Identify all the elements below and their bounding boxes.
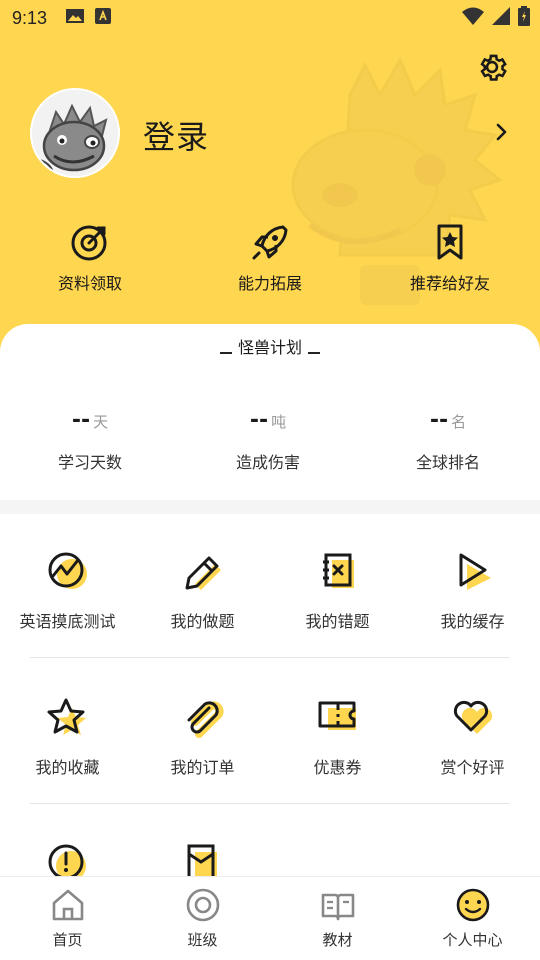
stat-value: -- [71,408,91,433]
tab-label: 班级 [187,931,218,949]
login-link[interactable]: 登录 [143,112,209,158]
book-icon [321,893,354,921]
paperclip-icon [187,701,224,738]
pencil-icon [185,556,221,590]
divider [30,657,510,658]
avatar[interactable] [30,88,120,178]
status-time: 9:13 [12,7,48,28]
signal-icon [492,7,510,30]
stat-name: 造成伤害 [235,453,300,472]
menu-label: 赏个好评 [440,758,505,777]
quick-action-recommend[interactable]: 推荐给好友 [390,222,510,294]
quick-action-label: 能力拓展 [237,274,302,293]
stat-name: 学习天数 [57,453,122,472]
menu-my-favorites[interactable]: 我的收藏 [0,696,135,778]
menu-feedback[interactable] [0,842,135,876]
quick-action-label: 推荐给好友 [409,274,490,293]
wifi-icon [462,7,484,30]
quick-action-ability[interactable]: 能力拓展 [210,222,330,294]
envelope-icon [187,844,217,876]
title-dash [219,351,232,354]
coupon-icon [318,701,356,730]
tab-label: 个人中心 [442,931,503,949]
battery-icon [518,6,530,31]
smiley-icon [456,888,489,922]
star-icon [47,698,86,735]
heart-icon [453,700,492,734]
tab-profile[interactable]: 个人中心 [405,877,540,960]
tab-textbook[interactable]: 教材 [270,877,405,960]
stat-value: -- [249,408,269,433]
menu-label: 我的缓存 [440,612,505,631]
plan-title-text: 怪兽计划 [237,338,302,357]
menu-my-orders[interactable]: 我的订单 [135,696,270,778]
stat-value: -- [429,408,449,433]
stat-unit: 名 [451,413,467,431]
plan-title: 怪兽计划 [0,334,540,358]
settings-gear-icon[interactable] [475,50,509,84]
menu-label: 我的做题 [170,612,235,631]
play-icon [459,553,491,590]
section-separator [0,500,540,514]
tab-class[interactable]: 班级 [135,877,270,960]
image-notification-icon [65,8,85,29]
rocket-icon [252,225,288,260]
font-notification-icon [95,7,112,29]
chevron-right-icon[interactable] [494,122,510,142]
stat-study-days: -- 天 学习天数 [20,408,160,473]
stat-name: 全球排名 [415,453,480,472]
stat-global-rank: -- 名 全球排名 [378,408,518,473]
stat-unit: 天 [93,413,109,431]
divider [30,803,510,804]
menu-label: 英语摸底测试 [19,612,116,631]
menu-rate-us[interactable]: 赏个好评 [405,696,540,778]
error-notebook-icon [322,553,354,588]
stat-unit: 吨 [271,413,287,431]
trend-circle-icon [48,552,87,589]
stat-damage: -- 吨 造成伤害 [198,408,338,473]
tab-label: 教材 [322,931,353,949]
menu-label: 优惠券 [313,758,362,777]
class-disc-icon [186,888,219,922]
tab-home[interactable]: 首页 [0,877,135,960]
menu-red-envelope[interactable] [135,842,270,876]
menu-label: 我的收藏 [35,758,100,777]
tab-label: 首页 [52,931,83,949]
menu-my-practice[interactable]: 我的做题 [135,550,270,632]
menu-english-test[interactable]: 英语摸底测试 [0,550,135,632]
menu-coupons[interactable]: 优惠券 [270,696,405,778]
title-dash [308,351,320,354]
target-icon [71,225,107,261]
quick-action-label: 资料领取 [57,274,122,293]
quick-action-materials[interactable]: 资料领取 [30,222,150,294]
menu-label: 我的订单 [170,758,235,777]
status-bar: 9:13 [0,0,540,36]
bookmark-star-icon [437,224,463,260]
menu-my-cache[interactable]: 我的缓存 [405,550,540,632]
alert-circle-icon [48,844,86,876]
menu-label: 我的错题 [305,612,370,631]
bottom-tab-bar: 首页 班级 教材 个人中心 [0,876,540,960]
home-icon [52,889,83,921]
menu-my-mistakes[interactable]: 我的错题 [270,550,405,632]
